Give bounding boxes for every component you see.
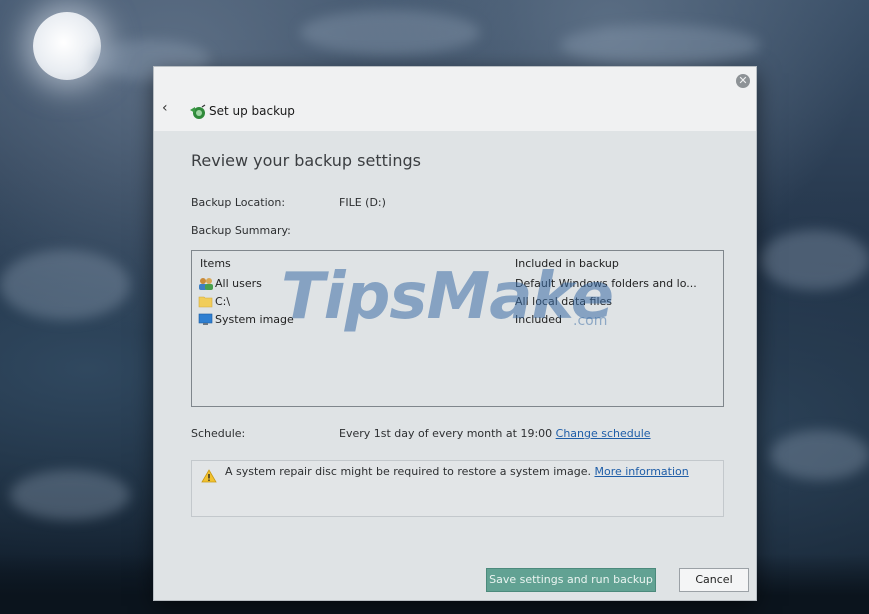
row-item-included: Default Windows folders and lo...	[515, 277, 697, 290]
row-item-included: All local data files	[515, 295, 613, 308]
schedule-line: Every 1st day of every month at 19:00 Ch…	[339, 427, 651, 440]
users-icon	[199, 278, 213, 290]
folder-icon	[198, 296, 213, 308]
cloud	[560, 25, 760, 65]
backup-app-icon	[190, 104, 206, 119]
cloud	[0, 250, 130, 320]
warning-text: A system repair disc might be required t…	[225, 465, 591, 478]
dialog-title: Set up backup	[209, 104, 295, 118]
cloud	[10, 470, 130, 520]
change-schedule-link[interactable]: Change schedule	[556, 427, 651, 440]
save-and-run-backup-button[interactable]: Save settings and run backup	[486, 568, 656, 592]
warning-line: A system repair disc might be required t…	[225, 465, 689, 478]
backup-dialog: ✕ ‹ Set up backup Review your backup set…	[154, 67, 756, 600]
row-item-name: System image	[215, 313, 294, 326]
warning-icon	[201, 469, 217, 483]
row-item-included: Included	[515, 313, 563, 326]
warning-box: A system repair disc might be required t…	[191, 460, 724, 517]
backup-summary-label: Backup Summary:	[191, 224, 291, 237]
back-button[interactable]: ‹	[162, 100, 176, 116]
cloud	[300, 10, 480, 55]
cloud	[770, 430, 869, 480]
backup-location-value: FILE (D:)	[339, 196, 386, 209]
moon	[33, 12, 101, 80]
schedule-label: Schedule:	[191, 427, 246, 440]
cloud	[760, 230, 869, 290]
backup-location-label: Backup Location:	[191, 196, 286, 209]
page-heading: Review your backup settings	[191, 151, 421, 170]
schedule-value: Every 1st day of every month at 19:00	[339, 427, 553, 440]
more-information-link[interactable]: More information	[594, 465, 688, 478]
row-item-name: All users	[215, 277, 262, 290]
close-button[interactable]: ✕	[736, 74, 750, 88]
backup-summary-table[interactable]: Items Included in backup All users Defau…	[191, 250, 724, 407]
row-item-name: C:\	[215, 295, 231, 308]
column-header-included: Included in backup	[515, 257, 619, 270]
dialog-header: ✕ ‹ Set up backup	[154, 67, 756, 131]
column-header-items: Items	[200, 257, 231, 270]
monitor-icon	[198, 313, 213, 325]
cancel-button[interactable]: Cancel	[679, 568, 749, 592]
